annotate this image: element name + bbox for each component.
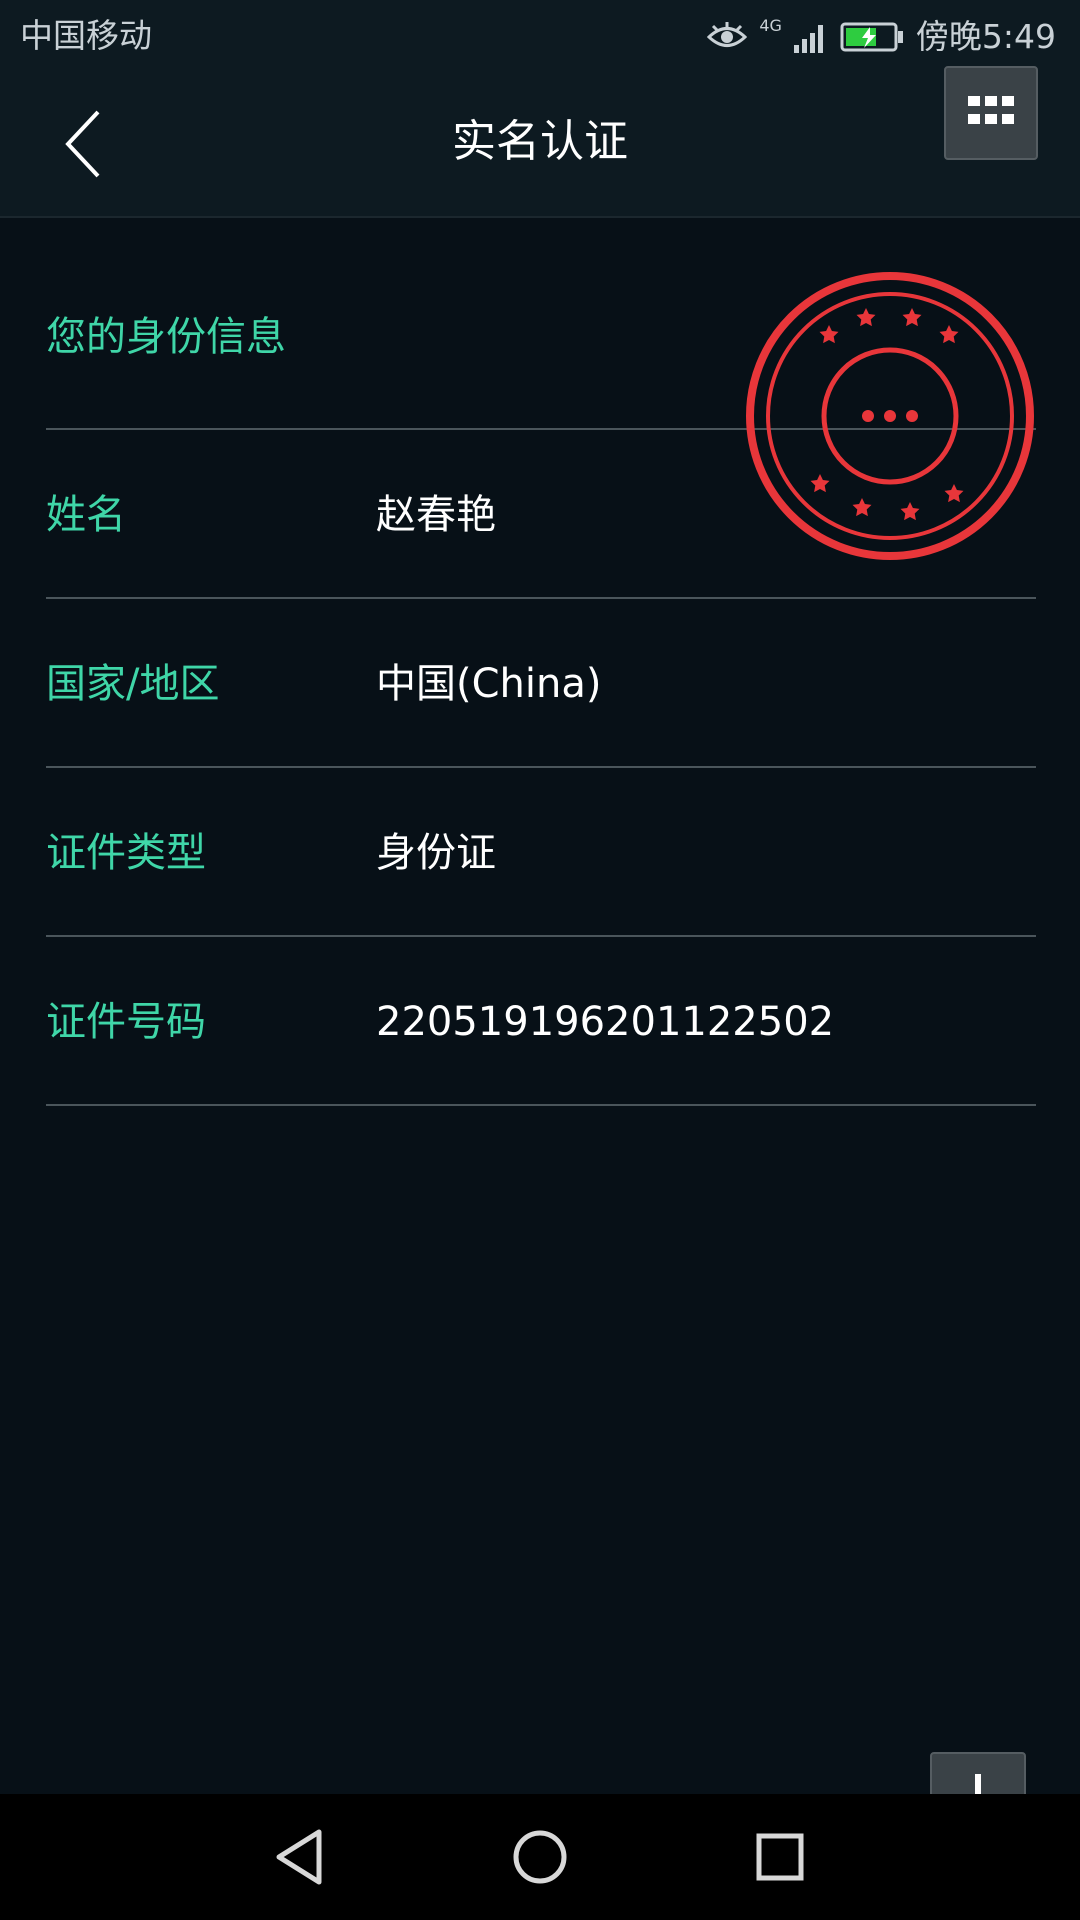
page-title: 实名认证 bbox=[452, 116, 628, 167]
carrier-name: 中国移动 bbox=[20, 16, 152, 55]
nav-back-button[interactable] bbox=[267, 1824, 333, 1890]
network-type-label: 4G bbox=[759, 16, 782, 35]
info-row-country: 国家/地区 中国(China) bbox=[46, 599, 1036, 768]
grid-icon bbox=[968, 96, 1014, 124]
info-label: 国家/地区 bbox=[46, 661, 220, 707]
info-value: 身份证 bbox=[376, 830, 496, 876]
seal-stamp-icon bbox=[746, 272, 1034, 560]
nav-recents-button[interactable] bbox=[747, 1824, 813, 1890]
info-label: 证件类型 bbox=[46, 830, 206, 876]
nav-home-button[interactable] bbox=[507, 1824, 573, 1890]
signal-bars-icon bbox=[793, 25, 823, 53]
circle-home-icon bbox=[513, 1830, 567, 1884]
square-recents-icon bbox=[756, 1833, 804, 1881]
info-value: 220519196201122502 bbox=[376, 999, 835, 1045]
info-row-id-type: 证件类型 身份证 bbox=[46, 768, 1036, 937]
status-bar: 中国移动 4G 傍晚5:49 bbox=[0, 0, 1080, 74]
app-bar: 实名认证 bbox=[0, 66, 1080, 218]
status-icons: 4G 傍晚5:49 bbox=[707, 16, 1056, 58]
triangle-back-icon bbox=[276, 1829, 322, 1885]
info-row-id-number: 证件号码 220519196201122502 bbox=[46, 937, 1036, 1106]
info-label: 证件号码 bbox=[46, 999, 206, 1045]
grid-menu-button[interactable] bbox=[944, 66, 1038, 160]
status-time: 傍晚5:49 bbox=[915, 17, 1056, 56]
system-nav-bar bbox=[0, 1794, 1080, 1920]
eye-icon bbox=[707, 22, 748, 47]
section-title: 您的身份信息 bbox=[46, 314, 286, 360]
info-label: 姓名 bbox=[46, 492, 126, 538]
info-value: 中国(China) bbox=[376, 661, 602, 707]
info-value: 赵春艳 bbox=[376, 492, 496, 538]
battery-charging-icon bbox=[840, 22, 903, 52]
